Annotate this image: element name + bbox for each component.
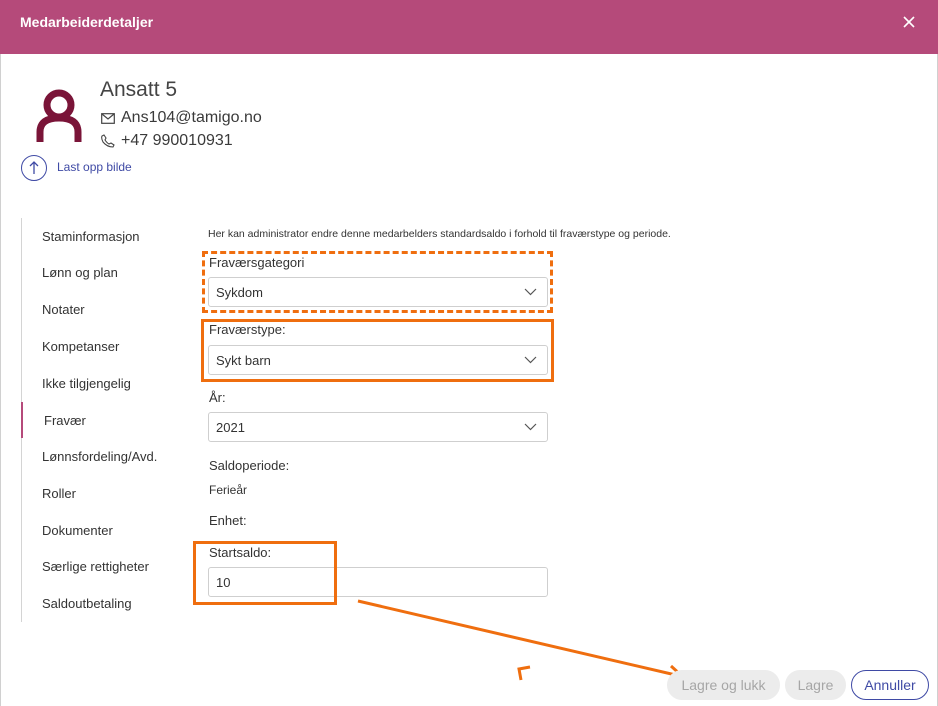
employee-email: Ans104@tamigo.no bbox=[121, 109, 262, 126]
upload-icon bbox=[29, 161, 39, 174]
save-and-close-button[interactable]: Lagre og lukk bbox=[667, 670, 780, 700]
phone-icon bbox=[101, 134, 115, 148]
avatar-icon bbox=[36, 89, 82, 142]
upload-image-link[interactable]: Last opp bilde bbox=[57, 160, 132, 174]
sidebar-item-saldoutbetaling[interactable]: Saldoutbetaling bbox=[42, 596, 132, 611]
sidebar-item-fravaer[interactable]: Fravær bbox=[44, 413, 86, 428]
year-select[interactable]: 2021 bbox=[208, 412, 548, 442]
year-value: 2021 bbox=[216, 420, 245, 435]
unit-label: Enhet: bbox=[209, 513, 247, 528]
sidebar-item-roller[interactable]: Roller bbox=[42, 486, 76, 501]
sidebar-item-lonnsfordeling[interactable]: Lønnsfordeling/Avd. bbox=[42, 449, 157, 464]
sidebar-item-dokumenter[interactable]: Dokumenter bbox=[42, 523, 113, 538]
employee-phone: +47 990010931 bbox=[121, 132, 233, 149]
form-description: Her kan administrator endre denne medarb… bbox=[208, 228, 671, 240]
period-label: Saldoperiode: bbox=[209, 458, 290, 473]
annotation-box-balance bbox=[193, 541, 337, 605]
period-value: Ferieår bbox=[209, 483, 248, 497]
annotation-small-arrow bbox=[517, 665, 531, 681]
chevron-down-icon bbox=[524, 423, 537, 431]
phone-row: +47 990010931 bbox=[101, 132, 233, 150]
sidebar-item-kompetanser[interactable]: Kompetanser bbox=[42, 339, 119, 354]
upload-button[interactable] bbox=[21, 155, 47, 181]
dialog-header: Medarbeiderdetaljer bbox=[0, 0, 938, 54]
sidebar-item-ikke-tilgjengelig[interactable]: Ikke tilgjengelig bbox=[42, 376, 131, 391]
annotation-dashed-box bbox=[202, 251, 553, 313]
sidebar-item-saerlige-rettigheter[interactable]: Særlige rettigheter bbox=[42, 559, 149, 574]
dialog-border-left bbox=[0, 54, 1, 706]
dialog-title: Medarbeiderdetaljer bbox=[20, 14, 154, 30]
year-label: År: bbox=[209, 390, 226, 405]
annotation-arrow-line bbox=[357, 599, 681, 678]
annotation-box-type bbox=[201, 319, 554, 382]
email-row: Ans104@tamigo.no bbox=[101, 109, 262, 127]
sidebar-item-staminformasjon[interactable]: Staminformasjon bbox=[42, 229, 140, 244]
sidebar-item-lonn-og-plan[interactable]: Lønn og plan bbox=[42, 265, 118, 280]
employee-name: Ansatt 5 bbox=[100, 78, 178, 101]
cancel-button[interactable]: Annuller bbox=[851, 670, 929, 700]
sidebar-item-notater[interactable]: Notater bbox=[42, 302, 85, 317]
sidebar-active-indicator bbox=[21, 402, 23, 438]
close-icon[interactable] bbox=[900, 13, 918, 31]
mail-icon bbox=[101, 112, 115, 124]
save-button[interactable]: Lagre bbox=[785, 670, 846, 700]
